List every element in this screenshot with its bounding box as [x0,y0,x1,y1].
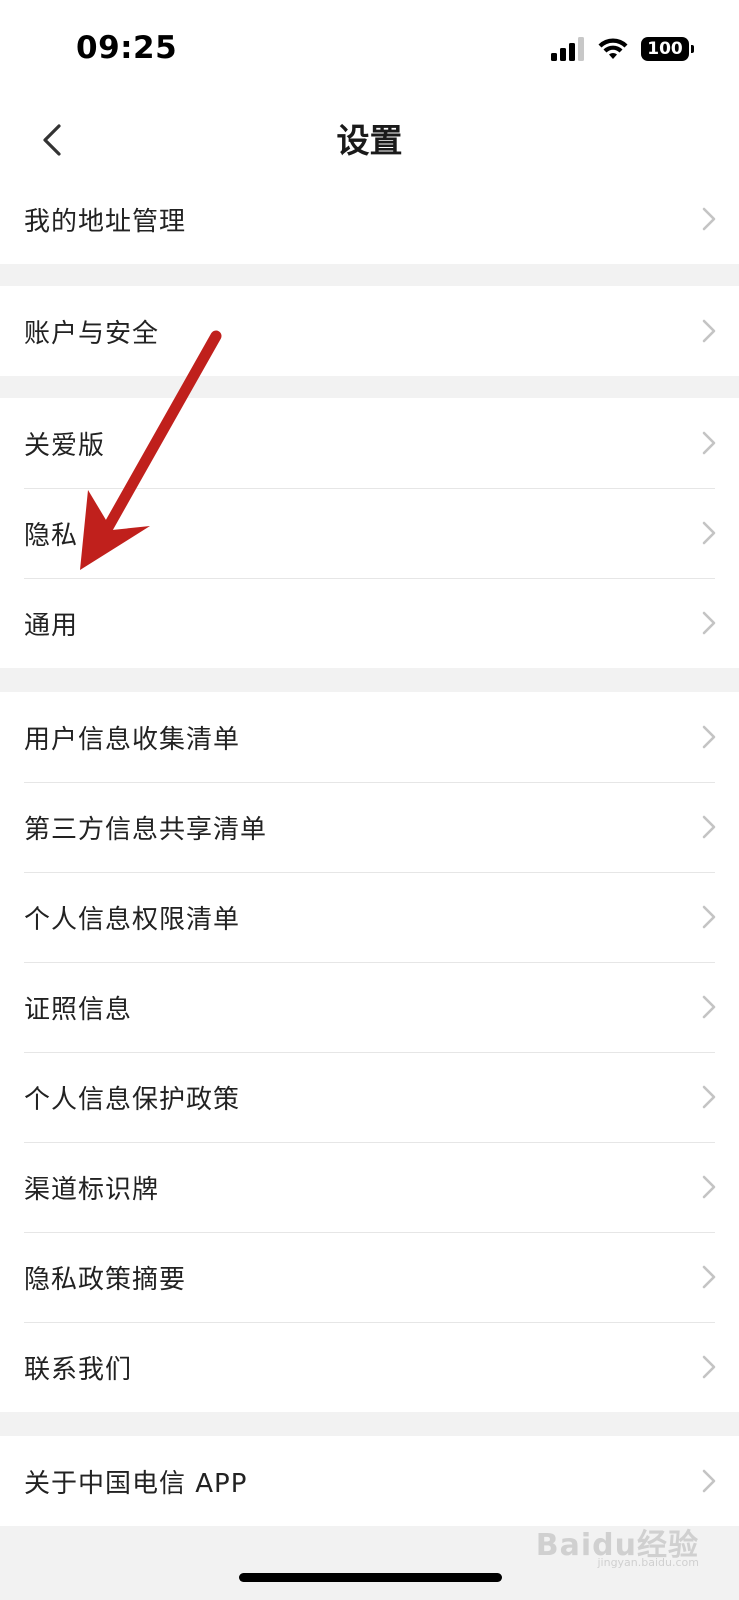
settings-item-user-info-collection-list[interactable]: 用户信息收集清单 [0,692,739,782]
chevron-right-icon [702,431,716,455]
chevron-right-icon [702,319,716,343]
settings-item-channel-sign[interactable]: 渠道标识牌 [0,1142,739,1232]
status-time: 09:25 [76,30,178,66]
settings-item-label: 用户信息收集清单 [24,724,241,755]
settings-item-privacy[interactable]: 隐私 [0,488,739,578]
settings-item-label: 个人信息权限清单 [24,904,241,935]
wifi-icon [598,38,628,59]
settings-item-contact-us[interactable]: 联系我们 [0,1322,739,1412]
home-indicator [239,1573,502,1582]
settings-item-label: 第三方信息共享清单 [24,814,268,845]
settings-item-elder-mode[interactable]: 关爱版 [0,398,739,488]
chevron-right-icon [702,1265,716,1289]
settings-item-privacy-protection-policy[interactable]: 个人信息保护政策 [0,1052,739,1142]
settings-group-general: 关爱版 隐私 通用 [0,398,739,668]
chevron-right-icon [702,1469,716,1493]
settings-item-label: 联系我们 [24,1354,133,1385]
status-icons: 100 [551,34,694,64]
settings-item-about-app[interactable]: 关于中国电信 APP [0,1436,739,1526]
chevron-right-icon [702,207,716,231]
status-bar: 09:25 100 [0,0,739,96]
settings-item-label: 通用 [24,610,79,641]
chevron-right-icon [702,611,716,635]
settings-item-label: 隐私政策摘要 [24,1264,187,1295]
settings-group-legal: 用户信息收集清单 第三方信息共享清单 个人信息权限清单 证照信息 个人信息保护政… [0,692,739,1412]
battery-icon: 100 [641,37,694,61]
page-title: 设置 [336,121,403,160]
chevron-right-icon [702,905,716,929]
settings-item-address-management[interactable]: 我的地址管理 [0,174,739,264]
chevron-right-icon [702,1175,716,1199]
settings-item-label: 渠道标识牌 [24,1174,160,1205]
watermark-url: jingyan.baidu.com [597,1556,699,1569]
settings-item-label: 证照信息 [24,994,133,1025]
settings-item-permission-list[interactable]: 个人信息权限清单 [0,872,739,962]
chevron-right-icon [702,995,716,1019]
settings-item-account-security[interactable]: 账户与安全 [0,286,739,376]
settings-group-account: 账户与安全 [0,286,739,376]
chevron-right-icon [702,521,716,545]
settings-item-label: 个人信息保护政策 [24,1084,241,1115]
cellular-signal-icon [551,37,584,61]
settings-group-about: 关于中国电信 APP [0,1436,739,1526]
chevron-right-icon [702,1355,716,1379]
settings-item-general[interactable]: 通用 [0,578,739,668]
chevron-right-icon [702,1085,716,1109]
settings-item-label: 关于中国电信 APP [24,1468,248,1499]
settings-item-label: 隐私 [24,520,79,551]
settings-item-privacy-policy-summary[interactable]: 隐私政策摘要 [0,1232,739,1322]
settings-item-label: 账户与安全 [24,318,160,349]
chevron-right-icon [702,725,716,749]
settings-item-label: 关爱版 [24,430,106,461]
settings-item-third-party-sharing-list[interactable]: 第三方信息共享清单 [0,782,739,872]
settings-item-label: 我的地址管理 [24,206,187,237]
chevron-right-icon [702,815,716,839]
settings-item-license-info[interactable]: 证照信息 [0,962,739,1052]
settings-group-address: 我的地址管理 [0,174,739,264]
